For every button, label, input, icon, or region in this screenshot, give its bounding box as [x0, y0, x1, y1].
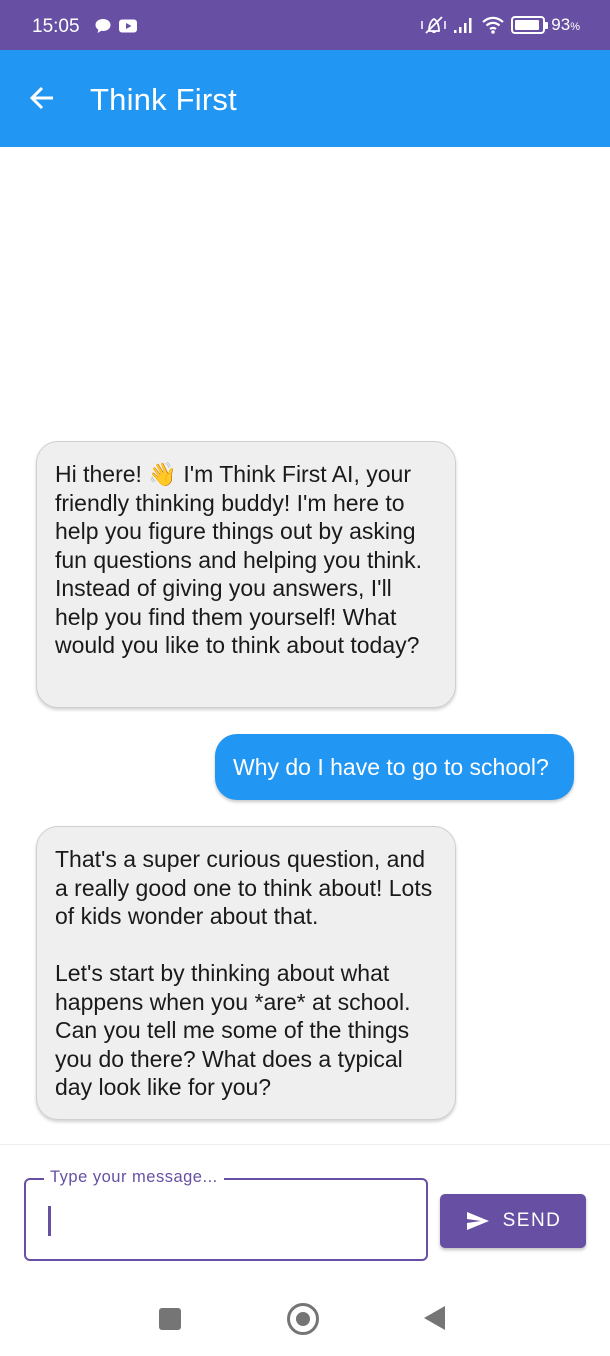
composer-divider — [0, 1144, 610, 1145]
send-button[interactable]: SEND — [440, 1194, 586, 1248]
youtube-icon — [119, 19, 137, 33]
wifi-icon — [482, 16, 505, 34]
message-input-container[interactable]: Type your message... — [24, 1168, 428, 1261]
user-message: Why do I have to go to school? — [215, 734, 574, 800]
home-icon[interactable] — [287, 1303, 319, 1335]
chat-bubble-icon — [95, 19, 111, 33]
status-time: 15:05 — [32, 16, 80, 37]
text-cursor — [48, 1206, 51, 1236]
back-button[interactable] — [24, 80, 60, 116]
status-bar: 15:05 93% — [0, 0, 610, 50]
battery-percent: 93% — [551, 15, 580, 34]
bot-message: That's a super curious question, and a r… — [36, 826, 456, 1120]
recents-icon[interactable] — [159, 1308, 181, 1330]
signal-icon — [454, 18, 472, 33]
send-button-label: SEND — [502, 1210, 562, 1231]
page-title: Think First — [90, 82, 237, 117]
app-bar: Think First — [0, 50, 610, 147]
back-triangle-icon[interactable] — [424, 1306, 445, 1330]
system-status: 93% — [421, 15, 580, 35]
send-icon — [466, 1212, 489, 1230]
battery-icon — [511, 16, 549, 34]
bot-message: Hi there! 👋 I'm Think First AI, your fri… — [36, 441, 456, 708]
notification-icons — [94, 17, 138, 35]
message-input[interactable] — [26, 1180, 426, 1259]
message-input-label: Type your message... — [44, 1168, 224, 1187]
home-icon-dot — [296, 1312, 310, 1326]
vibrate-off-icon — [421, 16, 447, 34]
battery-level — [515, 20, 540, 30]
arrow-left-icon — [29, 86, 53, 110]
